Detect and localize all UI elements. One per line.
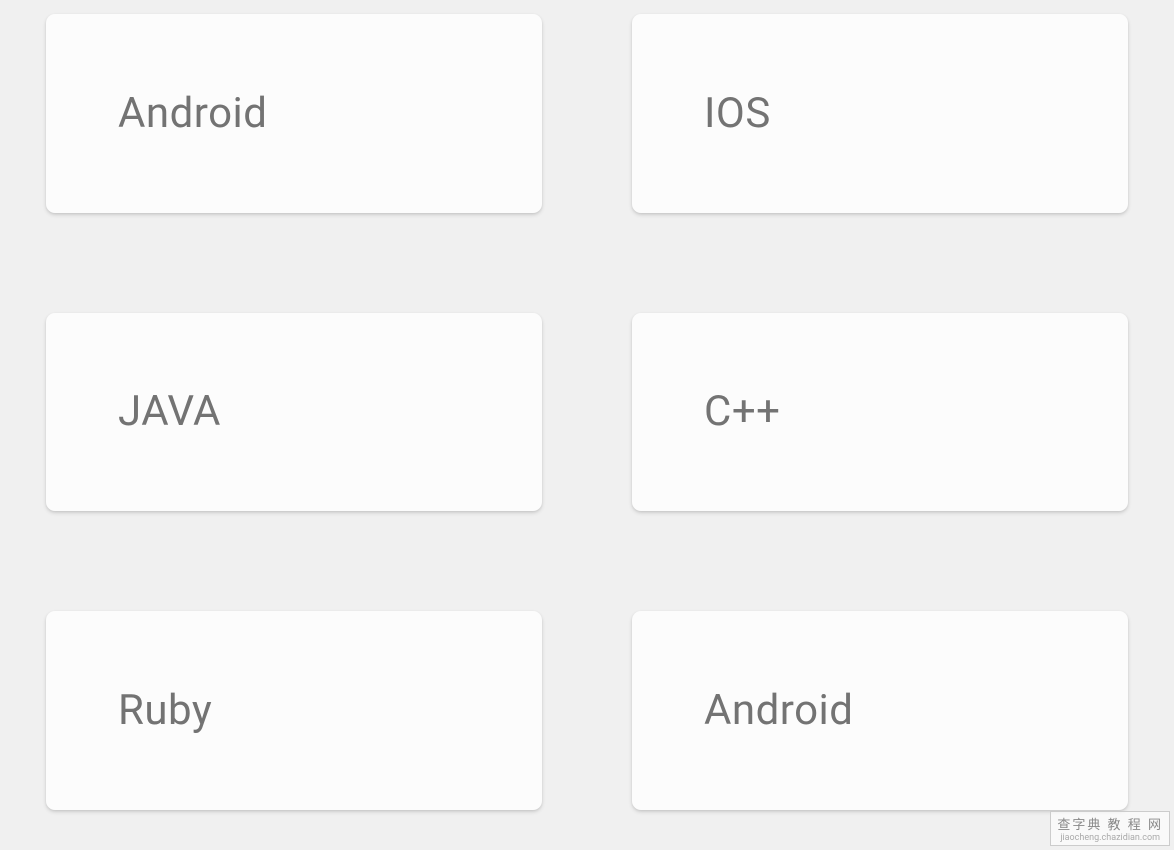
watermark: 查字典 教 程 网 jiaocheng.chazidian.com — [1050, 811, 1170, 846]
watermark-sub-text: jiaocheng.chazidian.com — [1060, 833, 1160, 843]
card-label: Ruby — [118, 686, 212, 735]
card-label: C++ — [704, 387, 781, 436]
card-cplusplus[interactable]: C++ — [632, 313, 1128, 512]
card-label: IOS — [704, 89, 771, 138]
card-label: Android — [118, 89, 267, 138]
card-android[interactable]: Android — [46, 14, 542, 213]
card-label: Android — [704, 686, 853, 735]
card-grid: Android IOS JAVA C++ Ruby Android — [0, 0, 1174, 850]
card-android-2[interactable]: Android — [632, 611, 1128, 810]
card-ruby[interactable]: Ruby — [46, 611, 542, 810]
card-label: JAVA — [118, 387, 221, 436]
watermark-main-text: 查字典 教 程 网 — [1057, 814, 1163, 833]
card-java[interactable]: JAVA — [46, 313, 542, 512]
card-ios[interactable]: IOS — [632, 14, 1128, 213]
